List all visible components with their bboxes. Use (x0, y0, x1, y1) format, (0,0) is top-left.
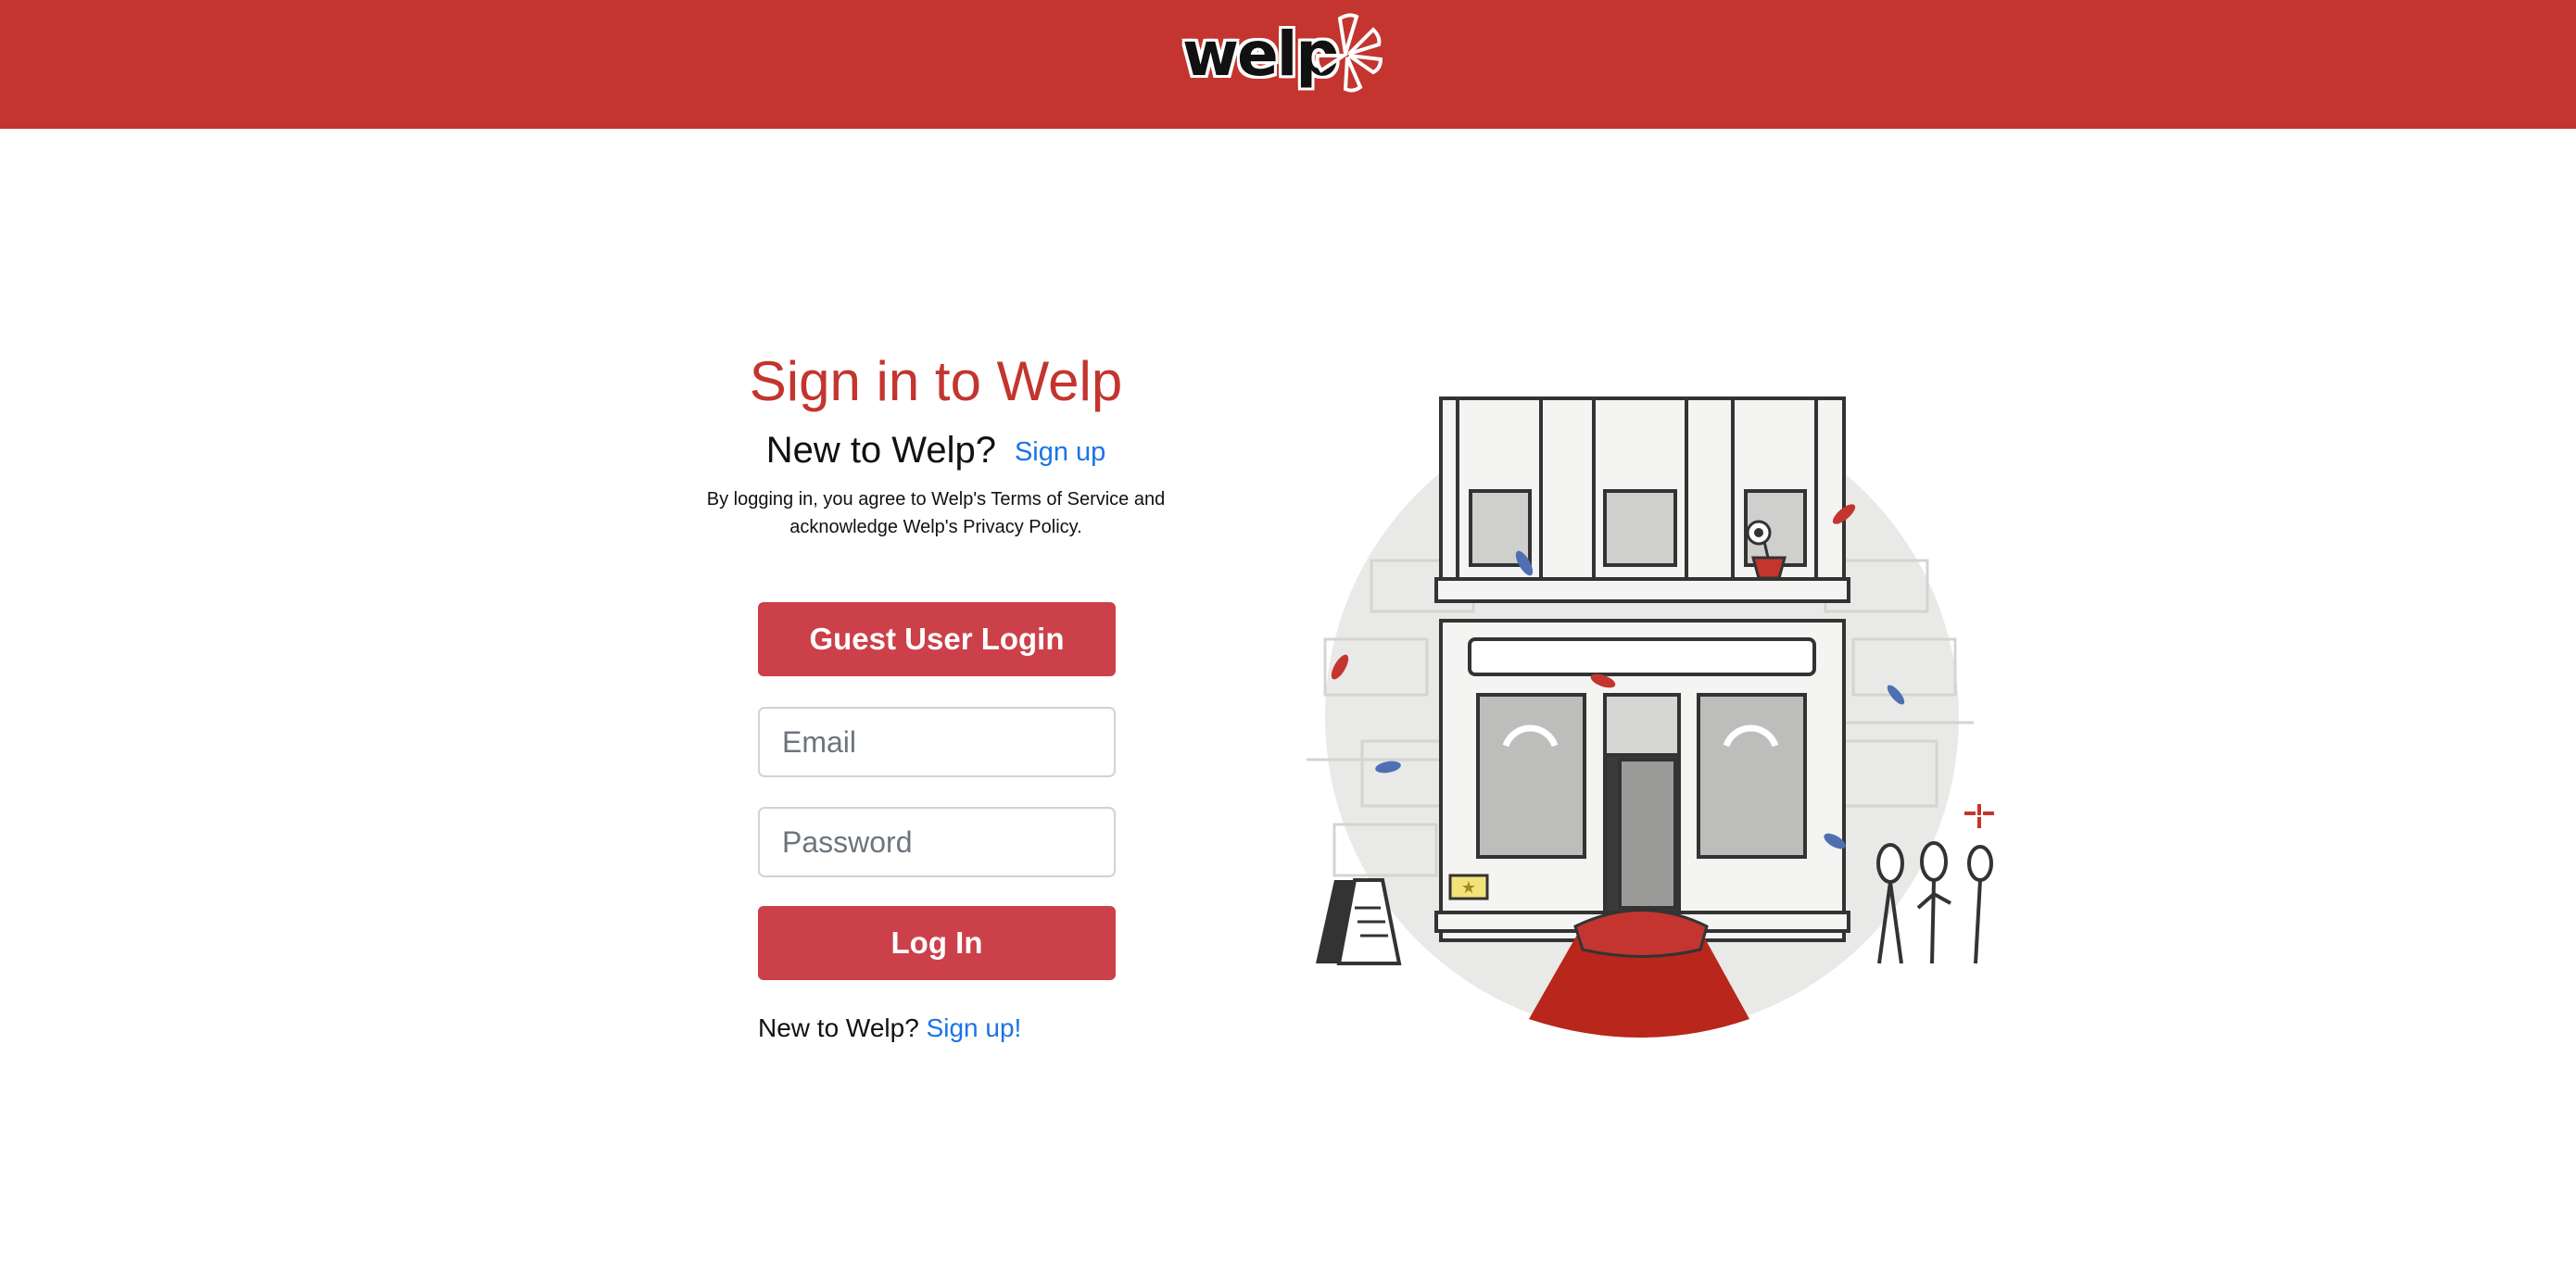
legal-line-1: By logging in, you agree to Welp's Terms… (706, 489, 1166, 510)
star-sign: ★ (1448, 874, 1489, 900)
burst-icon (1315, 13, 1383, 93)
welp-logo[interactable]: welp (1182, 13, 1383, 109)
svg-text:★: ★ (1461, 878, 1476, 898)
bottom-signup-prompt: New to Welp? Sign up! (758, 1010, 1184, 1047)
bottom-prompt-text: New to Welp? (758, 1013, 919, 1042)
guest-login-button[interactable]: Guest User Login (758, 602, 1116, 676)
small-burst-icon (1964, 804, 1994, 828)
signup-prompt: New to Welp? Sign up (686, 424, 1186, 478)
password-field[interactable] (758, 807, 1116, 877)
legal-line-2: acknowledge Welp's Privacy Policy. (789, 517, 1082, 537)
carpet-step (1573, 909, 1709, 958)
legal-notice: By logging in, you agree to Welp's Terms… (686, 485, 1186, 541)
signup-prompt-text: New to Welp? (765, 430, 996, 471)
email-field[interactable] (758, 707, 1116, 777)
page-title: Sign in to Welp (749, 350, 1123, 412)
login-button[interactable]: Log In (758, 906, 1116, 980)
bottom-signup-link[interactable]: Sign up! (927, 1013, 1022, 1042)
signup-link[interactable]: Sign up (1015, 437, 1105, 467)
top-header-bar: welp (0, 0, 2576, 129)
storefront-illustration: ★ (1307, 396, 1994, 1038)
sandwich-board (1316, 878, 1402, 965)
building (1434, 396, 1850, 942)
